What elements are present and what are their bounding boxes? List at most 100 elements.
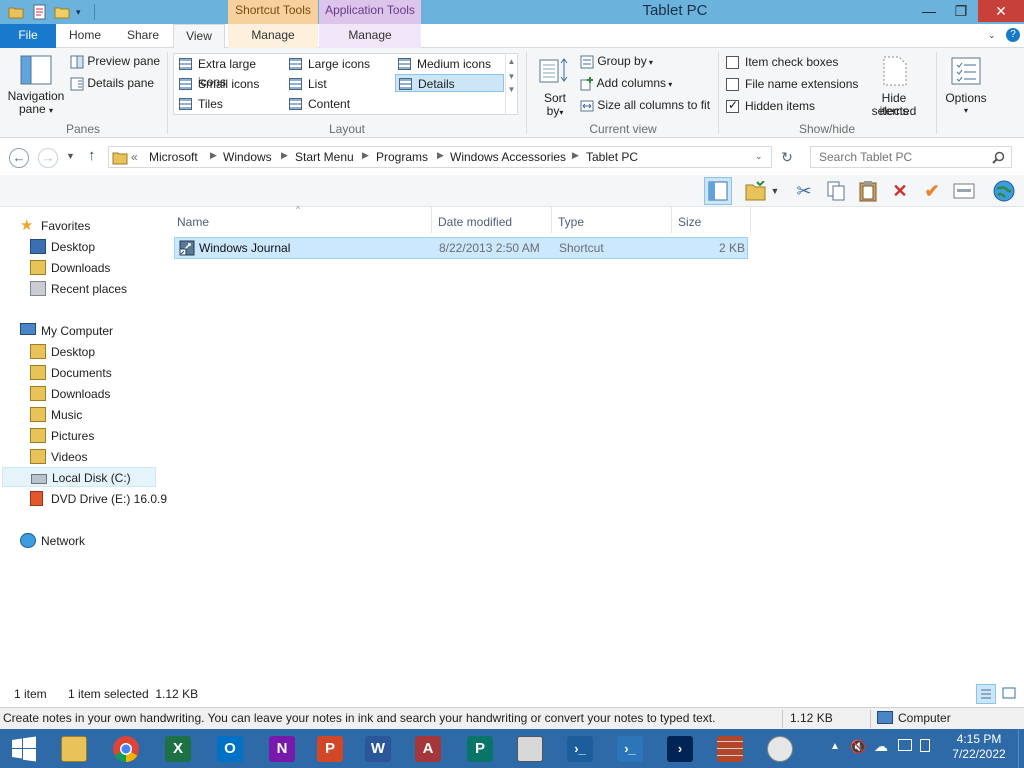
tab-manage-application[interactable]: Manage <box>319 24 421 48</box>
show-hidden-icons-icon[interactable]: ▲ <box>830 741 840 752</box>
back-button[interactable]: ← <box>9 148 29 168</box>
breadcrumb-overflow[interactable]: « <box>131 150 138 164</box>
details-view-button[interactable] <box>976 684 996 704</box>
delete-button[interactable]: ✕ <box>886 177 914 205</box>
nav-desktop[interactable]: Desktop <box>30 342 95 362</box>
nav-dvd-drive[interactable]: DVD Drive (E:) 16.0.9 <box>30 489 167 509</box>
hidden-items-toggle[interactable]: Hidden items <box>726 98 815 114</box>
copy-button[interactable] <box>822 177 850 205</box>
network-status-icon[interactable] <box>898 739 912 751</box>
layout-medium-icons[interactable]: Medium icons <box>395 55 503 73</box>
chevron-right-icon[interactable]: ▶ <box>437 150 444 161</box>
chevron-right-icon[interactable]: ▶ <box>281 150 288 161</box>
tab-view[interactable]: View <box>173 24 225 49</box>
options-button[interactable]: Options ▾ <box>940 52 992 120</box>
file-name-extensions-checkbox[interactable] <box>726 78 739 92</box>
tab-share[interactable]: Share <box>118 24 168 48</box>
chevron-right-icon[interactable]: ▶ <box>572 150 579 161</box>
taskbar-excel[interactable]: X <box>154 731 202 766</box>
taskbar-powerpoint[interactable]: P <box>306 731 354 766</box>
action-center-icon[interactable] <box>920 739 930 752</box>
layout-details[interactable]: Details <box>395 74 504 92</box>
column-header-type[interactable]: Type <box>558 211 668 233</box>
nav-fav-recent-places[interactable]: Recent places <box>30 279 127 299</box>
gallery-more-icon[interactable]: ▼ <box>506 85 517 94</box>
column-divider[interactable] <box>551 207 552 233</box>
tab-file[interactable]: File <box>0 24 56 48</box>
chevron-right-icon[interactable]: ▶ <box>362 150 369 161</box>
tab-home[interactable]: Home <box>60 24 110 48</box>
layout-tiles[interactable]: Tiles <box>176 95 284 113</box>
open-folder-button[interactable] <box>742 177 770 205</box>
large-icons-view-button[interactable] <box>1000 684 1020 704</box>
recent-locations-button[interactable]: ▼ <box>66 151 75 161</box>
nav-my-computer[interactable]: My Computer <box>20 321 113 341</box>
taskbar-onenote[interactable]: N <box>258 731 306 766</box>
preview-pane-button[interactable]: Preview pane <box>70 54 160 69</box>
minimize-button[interactable]: — <box>914 0 944 22</box>
start-button[interactable] <box>0 731 48 766</box>
taskbar-outlook[interactable]: O <box>206 731 254 766</box>
hidden-items-checkbox[interactable] <box>726 98 739 114</box>
search-box[interactable] <box>810 146 1012 168</box>
nav-videos[interactable]: Videos <box>30 447 87 467</box>
breadcrumb-windows-accessories[interactable]: Windows Accessories <box>450 150 566 164</box>
search-icon[interactable] <box>992 151 1005 164</box>
taskbar-clock[interactable]: 4:15 PM 7/22/2022 <box>944 732 1014 762</box>
scroll-up-icon[interactable]: ▲ <box>506 57 517 66</box>
layout-list[interactable]: List <box>286 75 392 93</box>
group-by-button[interactable]: Group by ▾ <box>580 54 653 69</box>
help-icon[interactable]: ? <box>1006 28 1020 42</box>
item-check-boxes-checkbox[interactable] <box>726 56 739 70</box>
paste-button[interactable] <box>854 177 882 205</box>
taskbar-powershell-ise[interactable]: ›_ <box>606 731 654 766</box>
breadcrumb-programs[interactable]: Programs <box>376 150 428 164</box>
taskbar-word[interactable]: W <box>354 731 402 766</box>
nav-local-disk[interactable]: Local Disk (C:) <box>2 467 156 487</box>
size-all-columns-button[interactable]: Size all columns to fit <box>580 98 710 113</box>
taskbar-firewall[interactable] <box>706 731 754 766</box>
layout-small-icons[interactable]: Small icons <box>176 75 284 93</box>
address-bar[interactable]: « Microsoft ▶ Windows ▶ Start Menu ▶ Pro… <box>108 146 772 168</box>
taskbar-powershell-2[interactable]: › <box>656 731 704 766</box>
customize-qat-icon[interactable]: ▾ <box>76 4 92 20</box>
taskbar-clock-app[interactable] <box>756 731 804 766</box>
navigation-pane-button[interactable]: Navigation pane ▾ <box>6 52 66 120</box>
layout-large-icons[interactable]: Large icons <box>286 55 392 73</box>
forward-button[interactable]: → <box>38 148 58 168</box>
cut-button[interactable]: ✂ <box>790 177 818 205</box>
search-input[interactable] <box>819 147 989 167</box>
maximize-button[interactable]: ❐ <box>946 0 976 22</box>
taskbar-chrome[interactable] <box>102 731 150 766</box>
nav-fav-downloads[interactable]: Downloads <box>30 258 110 278</box>
add-columns-button[interactable]: Add columns ▾ <box>580 76 672 91</box>
nav-documents[interactable]: Documents <box>30 363 112 383</box>
breadcrumb-windows[interactable]: Windows <box>223 150 272 164</box>
globe-button[interactable] <box>990 177 1018 205</box>
dropdown-arrow-icon[interactable]: ▼ <box>768 177 782 205</box>
expand-ribbon-icon[interactable]: ⌄ <box>988 30 996 41</box>
nav-fav-desktop[interactable]: Desktop <box>30 237 95 257</box>
properties-icon[interactable] <box>32 4 48 20</box>
column-divider[interactable] <box>750 207 751 233</box>
toggle-navigation-pane-button[interactable] <box>704 177 732 205</box>
layout-gallery-scroll[interactable]: ▲ ▼ ▼ <box>505 54 517 114</box>
column-header-size[interactable]: Size <box>678 211 748 233</box>
taskbar-access[interactable]: A <box>404 731 452 766</box>
address-dropdown-icon[interactable]: ⌄ <box>755 151 763 162</box>
taskbar-powershell[interactable]: ›_ <box>556 731 604 766</box>
nav-downloads[interactable]: Downloads <box>30 384 110 404</box>
up-button[interactable]: ↑ <box>88 147 96 164</box>
breadcrumb-start-menu[interactable]: Start Menu <box>295 150 354 164</box>
hide-selected-items-button[interactable]: Hide selected items <box>858 52 930 120</box>
new-folder-icon[interactable] <box>54 4 70 20</box>
chevron-right-icon[interactable]: ▶ <box>210 150 217 161</box>
tab-manage-shortcut[interactable]: Manage <box>228 24 318 48</box>
file-name-extensions-toggle[interactable]: File name extensions <box>726 77 858 92</box>
details-pane-button[interactable]: Details pane <box>70 76 154 91</box>
rename-button[interactable]: ✔ <box>918 177 946 205</box>
table-row[interactable]: Windows Journal 8/22/2013 2:50 AM Shortc… <box>174 237 748 259</box>
column-header-date-modified[interactable]: Date modified <box>438 211 548 233</box>
sort-by-button[interactable]: Sort by▾ <box>534 52 576 120</box>
volume-muted-icon[interactable]: 🔇 <box>850 739 866 755</box>
